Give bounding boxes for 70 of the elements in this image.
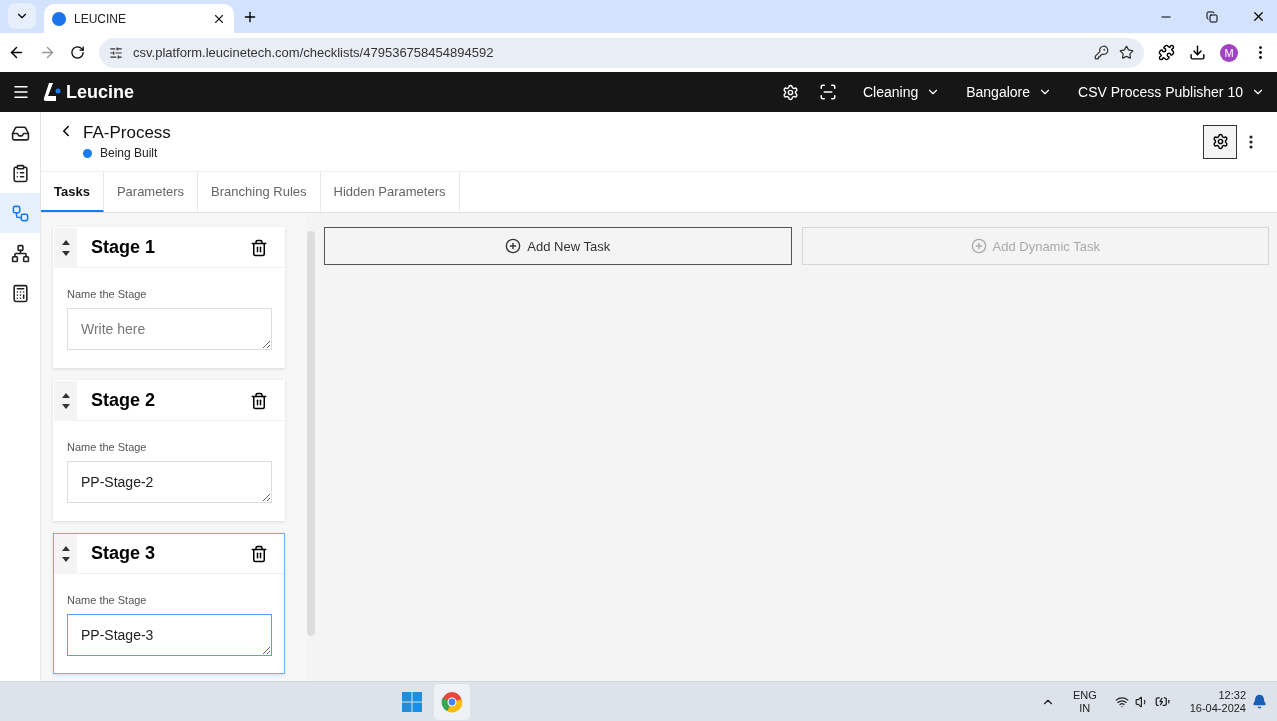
settings-button[interactable]: [1203, 124, 1237, 159]
settings-icon[interactable]: [781, 83, 799, 101]
stage-name-field[interactable]: PP-Stage-3: [67, 614, 272, 656]
reload-icon[interactable]: [70, 45, 85, 60]
sidebar-icon: [10, 163, 30, 183]
profile-avatar[interactable]: M: [1220, 43, 1238, 62]
back-icon[interactable]: [8, 44, 25, 61]
plus-circle-icon: [970, 238, 987, 254]
move-up-icon[interactable]: [61, 392, 70, 398]
status-label: Being Built: [100, 146, 158, 160]
wifi-icon[interactable]: [1114, 694, 1129, 709]
stage-card[interactable]: Stage 3 Name the Stage PP-Stage-3: [53, 533, 285, 674]
process-title: FA-Process: [83, 123, 171, 143]
delete-icon[interactable]: [250, 238, 268, 257]
move-up-icon[interactable]: [61, 239, 70, 245]
more-icon: [1249, 134, 1253, 149]
star-icon[interactable]: [1119, 45, 1134, 60]
move-down-icon[interactable]: [61, 403, 70, 409]
site-settings-icon[interactable]: [109, 45, 123, 60]
sidebar-icon: [10, 283, 30, 303]
add-task-button[interactable]: Add New Task: [324, 227, 792, 265]
sidebar-icon: [10, 243, 30, 263]
stage-title: Stage 2: [91, 390, 157, 411]
stage-title: Stage 1: [91, 237, 157, 258]
logo-icon: [42, 82, 62, 102]
stage-name-field[interactable]: PP-Stage-2: [67, 461, 272, 503]
stage-title: Stage 3: [91, 543, 157, 564]
clock-date[interactable]: 16-04-2024: [1189, 701, 1246, 715]
region-text[interactable]: IN: [1079, 701, 1091, 715]
scan-icon[interactable]: [818, 83, 837, 101]
settings-icon: [1211, 133, 1229, 150]
language-text[interactable]: ENG: [1072, 688, 1097, 702]
delete-icon[interactable]: [250, 391, 268, 410]
extensions-icon[interactable]: [1158, 44, 1175, 61]
address-bar[interactable]: csv.platform.leucinetech.com/checklists/479536758454894592: [99, 37, 1144, 68]
field-label: Name the Stage: [67, 594, 148, 606]
field-label: Name the Stage: [67, 441, 148, 453]
battery-icon[interactable]: [1154, 694, 1170, 709]
header-dropdown[interactable]: Cleaning: [862, 84, 941, 100]
field-label: Name the Stage: [67, 288, 148, 300]
tab[interactable]: Hidden Parameters: [320, 172, 460, 212]
tab[interactable]: Parameters: [103, 172, 199, 212]
forward-icon[interactable]: [39, 44, 56, 61]
restore-icon[interactable]: [1206, 10, 1218, 23]
notification-icon[interactable]: [1252, 694, 1267, 709]
site-favicon: [52, 11, 66, 26]
brand-name: Leucine: [66, 81, 135, 103]
browser-taskbar-icon[interactable]: [433, 683, 470, 720]
move-up-icon[interactable]: [61, 545, 70, 551]
stage-name-field[interactable]: Write here: [67, 308, 272, 350]
header-dropdown[interactable]: CSV Process Publisher 10: [1078, 84, 1265, 100]
new-tab-icon[interactable]: [242, 9, 258, 25]
header-dropdown[interactable]: Bangalore: [966, 84, 1053, 100]
tab-title: LEUCINE: [74, 11, 126, 26]
plus-circle-icon: [505, 238, 522, 254]
stage-card[interactable]: Stage 1 Name the Stage Write here: [53, 227, 285, 368]
url-text: csv.platform.leucinetech.com/checklists/479536758454894592: [133, 45, 494, 60]
move-down-icon[interactable]: [61, 556, 70, 562]
tab[interactable]: Branching Rules: [198, 172, 321, 212]
download-icon[interactable]: [1189, 44, 1206, 61]
move-down-icon[interactable]: [61, 250, 70, 256]
sidebar-icon: [10, 123, 30, 143]
stage-card[interactable]: Stage 2 Name the Stage PP-Stage-2: [53, 380, 285, 521]
key-icon[interactable]: [1094, 45, 1109, 60]
scrollbar[interactable]: [307, 231, 315, 636]
delete-icon[interactable]: [250, 544, 268, 563]
browser-tab[interactable]: LEUCINE: [44, 4, 234, 33]
sidebar-icon: [10, 203, 30, 223]
menu-icon[interactable]: [12, 83, 30, 101]
clock-time[interactable]: 12:32: [1218, 688, 1246, 702]
